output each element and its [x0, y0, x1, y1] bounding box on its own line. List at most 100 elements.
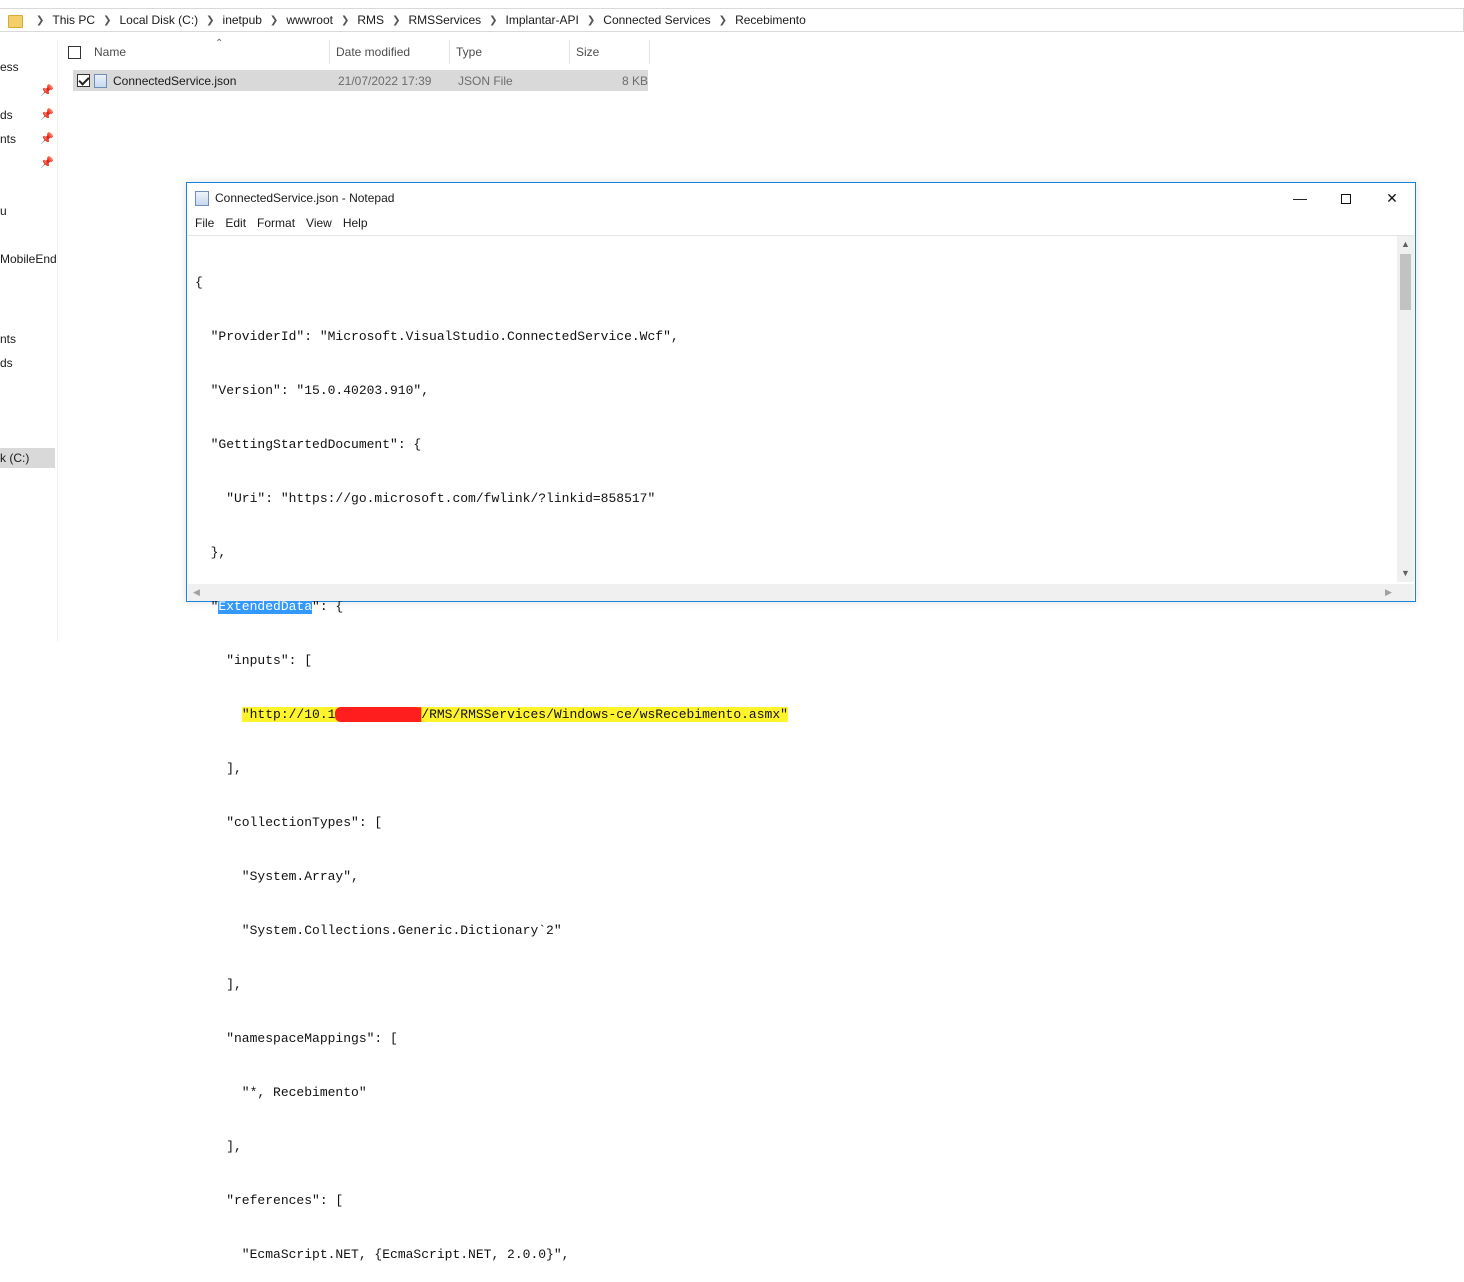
selected-text: ExtendedData	[218, 599, 313, 614]
select-all-column[interactable]	[68, 40, 88, 64]
code-line: ],	[195, 977, 242, 992]
file-name: ConnectedService.json	[113, 73, 237, 88]
code-line: {	[195, 275, 203, 290]
chevron-right-icon[interactable]: ❯	[206, 15, 214, 26]
code-line: "ProviderId": "Microsoft.VisualStudio.Co…	[195, 329, 679, 344]
url-prefix: "http://10.1	[241, 707, 336, 722]
pin-icon: 📌	[40, 157, 54, 169]
scroll-right-icon[interactable]: ▶	[1380, 584, 1397, 601]
nav-item-downloads[interactable]: ds	[0, 105, 13, 125]
menu-file[interactable]: File	[194, 213, 220, 233]
breadcrumb-this-pc[interactable]: This PC	[52, 13, 95, 27]
maximize-icon	[1341, 194, 1351, 205]
code-line: ],	[195, 1139, 242, 1154]
scroll-left-icon[interactable]: ◀	[188, 584, 205, 601]
redacted-text: 7██████████	[335, 707, 422, 722]
file-checkbox[interactable]	[77, 74, 90, 87]
notepad-icon	[195, 190, 209, 206]
url-suffix: /RMS/RMSServices/Windows-ce/wsRecebiment…	[421, 707, 788, 722]
chevron-right-icon[interactable]: ❯	[36, 15, 44, 26]
file-list-header: Name ⌃ Date modified Type Size	[68, 38, 650, 64]
scroll-down-icon[interactable]: ▼	[1397, 565, 1414, 582]
column-date-modified[interactable]: Date modified	[330, 40, 450, 64]
chevron-right-icon[interactable]: ❯	[270, 15, 278, 26]
breadcrumb-local-disk[interactable]: Local Disk (C:)	[119, 13, 198, 27]
nav-item-documents[interactable]: nts	[0, 129, 16, 149]
json-file-icon	[94, 73, 107, 88]
code-line: "inputs": [	[195, 653, 313, 668]
column-size[interactable]: Size	[570, 40, 650, 64]
menu-help[interactable]: Help	[342, 213, 374, 233]
scroll-up-icon[interactable]: ▲	[1397, 236, 1414, 253]
chevron-right-icon[interactable]: ❯	[103, 15, 111, 26]
code-line-url: "http://10.17██████████/RMS/RMSServices/…	[195, 706, 1395, 724]
vertical-scroll-thumb[interactable]	[1400, 254, 1411, 310]
column-date-label: Date modified	[336, 45, 411, 59]
file-row[interactable]: ConnectedService.json 21/07/2022 17:39 J…	[73, 70, 648, 91]
code-line: "Version": "15.0.40203.910",	[195, 383, 430, 398]
code-prefix: "	[195, 599, 219, 614]
menu-view[interactable]: View	[305, 213, 338, 233]
chevron-right-icon[interactable]: ❯	[392, 15, 400, 26]
code-line: "GettingStartedDocument": {	[195, 437, 422, 452]
code-line: "System.Array",	[195, 869, 359, 884]
nav-item-menu[interactable]: u	[0, 201, 7, 221]
code-line: "*, Recebimento"	[195, 1085, 367, 1100]
notepad-titlebar[interactable]: ConnectedService.json - Notepad — ✕	[187, 183, 1415, 213]
code-line: },	[195, 545, 227, 560]
code-line: "Uri": "https://go.microsoft.com/fwlink/…	[195, 491, 656, 506]
horizontal-scrollbar[interactable]: ◀ ▶	[188, 584, 1414, 601]
file-date: 21/07/2022 17:39	[338, 73, 432, 88]
folder-icon	[8, 13, 23, 28]
navigation-pane: ess ds 📌 nts 📌 📌 📌 u MobileEnd nts ds k …	[0, 40, 58, 641]
vertical-scrollbar[interactable]: ▲ ▼	[1397, 236, 1414, 582]
code-suffix: ": {	[312, 599, 344, 614]
menu-format[interactable]: Format	[256, 213, 301, 233]
breadcrumb-connected-services[interactable]: Connected Services	[603, 13, 710, 27]
nav-item-downloads-2[interactable]: ds	[0, 353, 13, 373]
code-line: "collectionTypes": [	[195, 815, 383, 830]
breadcrumb-wwwroot[interactable]: wwwroot	[286, 13, 333, 27]
pin-icon: 📌	[40, 85, 54, 97]
file-type: JSON File	[458, 73, 513, 88]
breadcrumb-rmsservices[interactable]: RMSServices	[408, 13, 481, 27]
code-line: ],	[195, 761, 242, 776]
column-name-label: Name	[94, 45, 127, 59]
code-line: "EcmaScript.NET, {EcmaScript.NET, 2.0.0}…	[195, 1247, 570, 1262]
notepad-title: ConnectedService.json - Notepad	[215, 191, 395, 205]
notepad-window[interactable]: ConnectedService.json - Notepad — ✕ File…	[186, 182, 1416, 1262]
nav-item-documents-2[interactable]: nts	[0, 329, 16, 349]
chevron-right-icon[interactable]: ❯	[719, 15, 727, 26]
column-name[interactable]: Name ⌃	[88, 38, 330, 64]
address-bar[interactable]: ❯ This PC ❯ Local Disk (C:) ❯ inetpub ❯ …	[0, 8, 1464, 32]
nav-item-local-disk[interactable]: k (C:)	[0, 448, 55, 468]
text-editor[interactable]: { "ProviderId": "Microsoft.VisualStudio.…	[188, 235, 1414, 1262]
column-size-label: Size	[576, 45, 600, 59]
code-line: "references": [	[195, 1193, 344, 1208]
nav-item-quick-access[interactable]: ess	[0, 57, 19, 77]
column-type-label: Type	[456, 45, 483, 59]
select-all-checkbox[interactable]	[68, 46, 81, 60]
highlighted-url: "http://10.17██████████/RMS/RMSServices/…	[241, 707, 788, 722]
pin-icon: 📌	[40, 133, 54, 145]
breadcrumb-implantar-api[interactable]: Implantar-API	[506, 13, 579, 27]
editor-content[interactable]: { "ProviderId": "Microsoft.VisualStudio.…	[195, 238, 1395, 1282]
chevron-right-icon[interactable]: ❯	[489, 15, 497, 26]
breadcrumb-rms[interactable]: RMS	[357, 13, 384, 27]
breadcrumb-recebimento[interactable]: Recebimento	[735, 13, 806, 27]
maximize-button[interactable]	[1323, 183, 1369, 213]
nav-item-mobileend[interactable]: MobileEnd	[0, 249, 57, 269]
breadcrumb-inetpub[interactable]: inetpub	[223, 13, 262, 27]
menu-edit[interactable]: Edit	[224, 213, 252, 233]
column-type[interactable]: Type	[450, 40, 570, 64]
code-line: "namespaceMappings": [	[195, 1031, 398, 1046]
code-line: "System.Collections.Generic.Dictionary`2…	[195, 923, 562, 938]
chevron-right-icon[interactable]: ❯	[341, 15, 349, 26]
minimize-button[interactable]: —	[1277, 183, 1323, 213]
close-button[interactable]: ✕	[1369, 183, 1415, 213]
notepad-menubar: File Edit Format View Help	[187, 213, 378, 233]
file-size: 8 KB	[621, 73, 648, 88]
chevron-right-icon[interactable]: ❯	[587, 15, 595, 26]
sort-up-icon: ⌃	[215, 38, 224, 49]
